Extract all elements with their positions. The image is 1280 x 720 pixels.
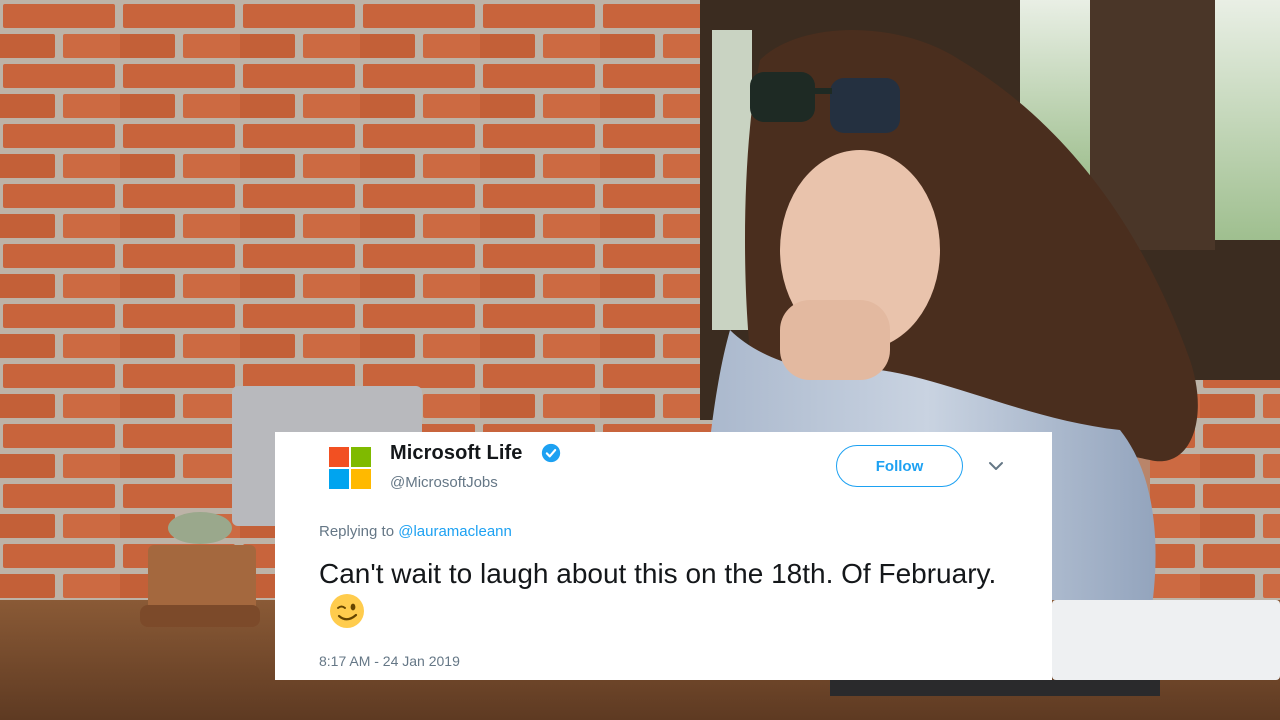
- verified-badge-icon: [541, 443, 561, 463]
- replying-to-prefix: Replying to: [319, 523, 395, 540]
- author-handle[interactable]: @MicrosoftJobs: [390, 474, 498, 491]
- replying-to-mention-link[interactable]: @lauramacleann: [398, 523, 512, 540]
- logo-red-square: [329, 447, 349, 467]
- logo-blue-square: [329, 469, 349, 489]
- chevron-down-icon[interactable]: [988, 460, 1004, 472]
- tweet-text: Can't wait to laugh about this on the 18…: [319, 555, 1019, 633]
- tweet-body: Can't wait to laugh about this on the 18…: [319, 558, 997, 589]
- microsoft-logo[interactable]: [329, 447, 371, 489]
- tweet-card: Microsoft Life @MicrosoftJobs Follow Rep…: [275, 432, 1052, 680]
- tweet-timestamp[interactable]: 8:17 AM - 24 Jan 2019: [319, 653, 460, 669]
- logo-green-square: [351, 447, 371, 467]
- replying-to-line: Replying to @lauramacleann: [319, 523, 512, 540]
- logo-yellow-square: [351, 469, 371, 489]
- follow-button[interactable]: Follow: [836, 445, 963, 487]
- winking-face-icon: [330, 594, 364, 628]
- author-name[interactable]: Microsoft Life: [390, 442, 523, 465]
